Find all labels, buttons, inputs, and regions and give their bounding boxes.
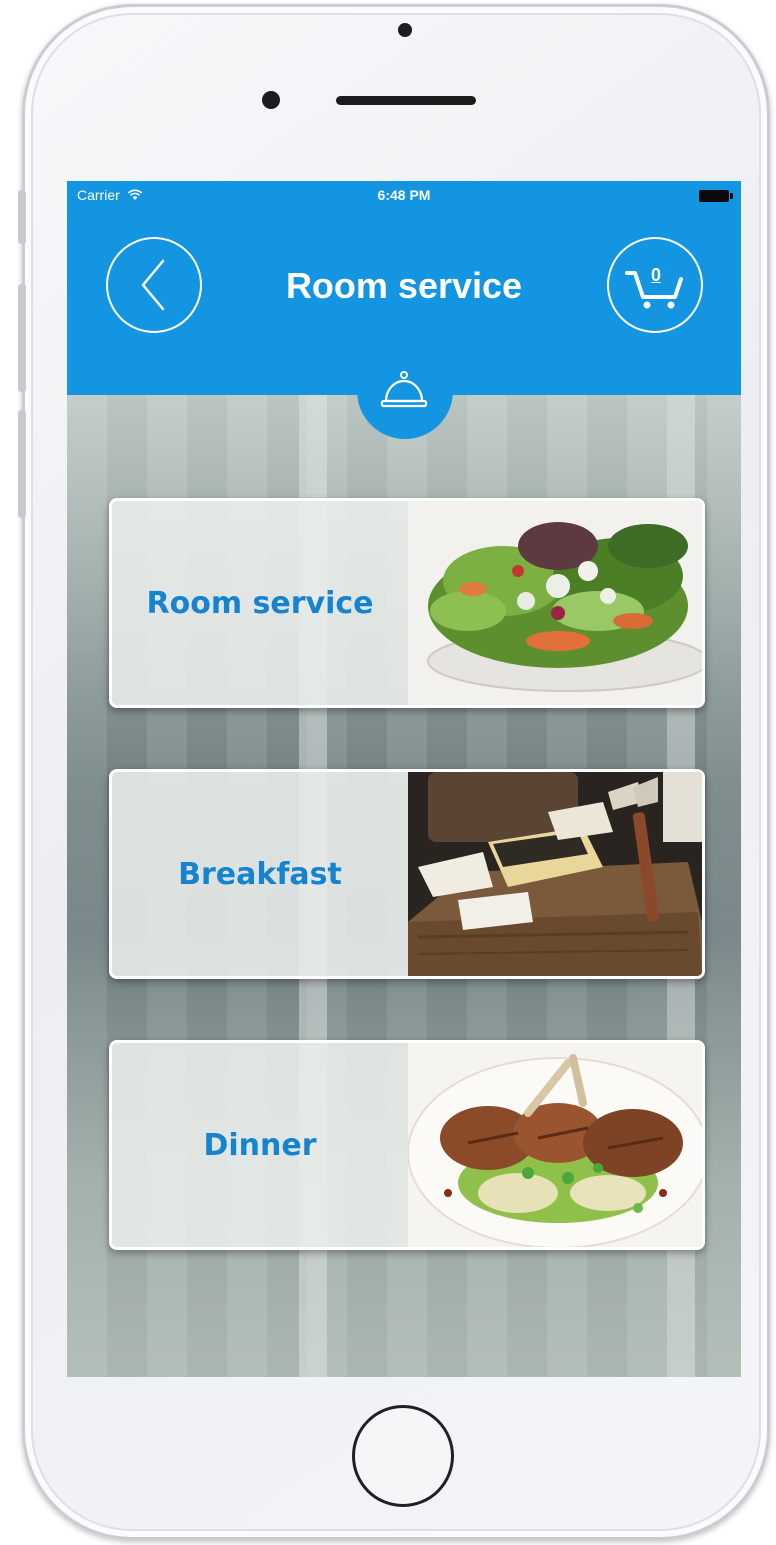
volume-down-button — [18, 410, 26, 518]
front-camera — [262, 91, 280, 109]
menu-card-room-service[interactable]: Room service — [109, 498, 705, 708]
cart-button[interactable]: 0 — [607, 237, 703, 333]
volume-up-button — [18, 284, 26, 392]
earpiece-speaker — [336, 96, 476, 105]
menu-card-breakfast[interactable]: Breakfast — [109, 769, 705, 979]
service-bell-icon — [380, 371, 428, 408]
app-screen: Carrier 6:48 PM Room service 0 Room serv… — [67, 181, 741, 1377]
menu-card-label: Dinner — [203, 1127, 317, 1163]
menu-card-label: Room service — [146, 585, 374, 621]
silent-switch — [18, 190, 26, 244]
cart-count-badge: 0 — [651, 265, 662, 285]
menu-card-dinner[interactable]: Dinner — [109, 1040, 705, 1250]
salad-plate-image — [408, 501, 702, 705]
status-time: 6:48 PM — [377, 187, 431, 203]
proximity-sensor — [398, 23, 412, 37]
cheese-board-image — [408, 772, 702, 976]
home-button[interactable] — [352, 1405, 454, 1507]
lamb-chops-image — [408, 1043, 702, 1247]
menu-card-label: Breakfast — [178, 856, 342, 892]
battery-icon — [699, 190, 733, 202]
